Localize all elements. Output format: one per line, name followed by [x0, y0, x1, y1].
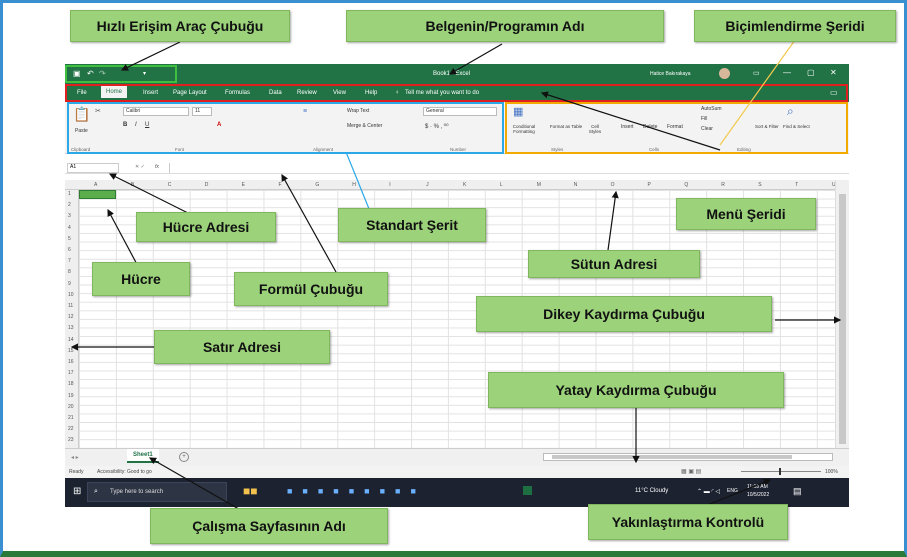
- callout-doc-name: Belgenin/Programın Adı: [346, 10, 664, 42]
- callout-vertical-scroll: Dikey Kaydırma Çubuğu: [476, 296, 772, 332]
- arrow-column-address: [607, 190, 619, 251]
- callout-menu-ribbon: Menü Şeridi: [676, 198, 816, 230]
- callout-row-address: Satır Adresi: [154, 330, 330, 364]
- callout-standard-ribbon: Standart Şerit: [338, 208, 486, 242]
- callout-cell-address: Hücre Adresi: [136, 212, 276, 242]
- callout-formula-bar: Formül Çubuğu: [234, 272, 388, 306]
- arrow-doc-name: [448, 43, 503, 75]
- arrow-format-ribbon: [719, 39, 796, 146]
- arrow-zoom-control: [704, 478, 772, 507]
- callout-quick-access: Hızlı Erişim Araç Çubuğu: [70, 10, 290, 42]
- callout-horizontal-scroll: Yatay Kaydırma Çubuğu: [488, 372, 784, 408]
- arrow-formula-bar: [281, 173, 337, 273]
- callout-zoom-control: Yakınlaştırma Kontrolü: [588, 504, 788, 540]
- arrow-menu-ribbon: [540, 91, 721, 151]
- arrow-sheet-name: [148, 457, 245, 513]
- callout-cell: Hücre: [92, 262, 190, 296]
- callout-column-address: Sütun Adresi: [528, 250, 700, 278]
- arrow-quick-access: [120, 41, 181, 71]
- callout-sheet-name: Çalışma Sayfasının Adı: [150, 508, 388, 544]
- callout-format-ribbon: Biçimlendirme Şeridi: [694, 10, 896, 42]
